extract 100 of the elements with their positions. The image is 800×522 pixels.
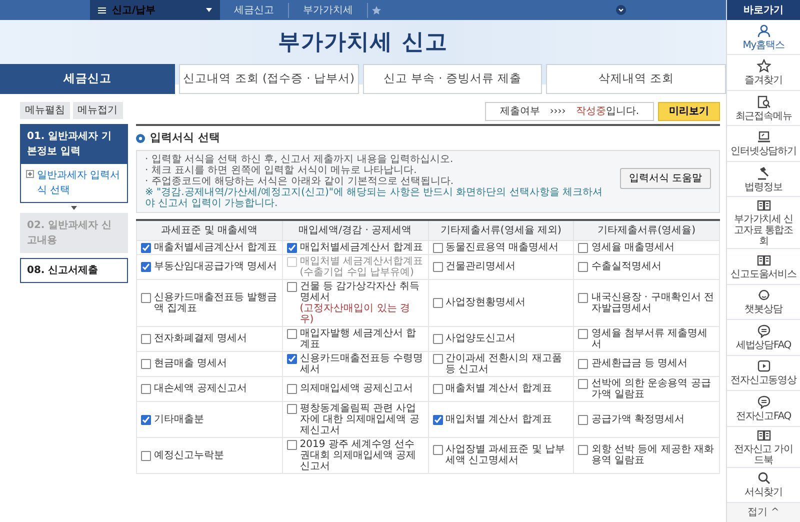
checkbox[interactable] xyxy=(578,414,588,424)
checkbox[interactable] xyxy=(286,354,297,364)
status-label: 제출여부 xyxy=(500,105,540,119)
status-text: 작성중입니다. xyxy=(576,105,639,119)
column-header: 매입세액/경감 · 공제세액 xyxy=(282,220,428,240)
checkbox-label: 공급가액 확정명세서 xyxy=(591,414,684,424)
checkbox-label: 신용카드매출전표등 수령명세서 xyxy=(300,352,424,374)
checkbox-label: 신용카드매출전표등 발행금액 집계표 xyxy=(154,292,278,314)
menu-button[interactable]: 메뉴펼침 xyxy=(20,102,70,119)
checkbox-label: 매출처별 계산서 합계표 xyxy=(446,383,552,394)
checkbox[interactable] xyxy=(578,378,588,388)
checkbox[interactable] xyxy=(141,292,151,302)
tab[interactable]: 삭제내역 조회 xyxy=(546,64,726,94)
checkbox[interactable] xyxy=(578,242,588,252)
star-icon xyxy=(756,59,770,74)
checkbox-label: 대손세액 공제신고서 xyxy=(154,383,248,394)
document-search-icon xyxy=(756,94,770,109)
checkbox[interactable] xyxy=(141,242,151,252)
breadcrumb-link[interactable]: 부가가치세 xyxy=(289,2,368,18)
checkbox-label: 사업양도신고서 xyxy=(446,333,516,344)
star-icon xyxy=(372,6,381,14)
checkbox-label: 외항 선박 등에 제공한 재화용역 일람표 xyxy=(591,444,715,466)
checkbox-label: 현금매출 명세서 xyxy=(154,358,228,369)
chevron-down-icon xyxy=(616,5,626,15)
checkbox[interactable] xyxy=(578,292,588,302)
column-header: 과세표준 및 매출세액 xyxy=(136,220,282,240)
breadcrumb-link[interactable]: 세금신고 xyxy=(220,2,289,18)
chatbot-icon xyxy=(756,288,770,302)
checkbox[interactable] xyxy=(432,298,442,308)
search-icon xyxy=(756,471,770,486)
checkbox[interactable] xyxy=(286,242,297,252)
tab[interactable]: 신고내역 조회 (접수증 · 납부서) xyxy=(179,64,359,94)
checkbox-label: 매입처별 계산서 합계표 xyxy=(446,414,552,424)
checkbox-label: 영세율 매출명세서 xyxy=(591,242,674,252)
menu-button[interactable]: 메뉴접기 xyxy=(72,102,122,119)
checkbox-label: 평창동계올림픽 관련 사업자에 대한 의제매입세액 공제신고서 xyxy=(300,402,420,436)
checkbox-label: 동물진료용역 매출명세서 xyxy=(446,242,559,252)
checkbox[interactable] xyxy=(141,450,151,460)
page-title: 부가가치세 신고 xyxy=(278,28,448,56)
checkbox-label: 수출실적명세서 xyxy=(591,261,662,272)
speech-bubble-icon xyxy=(756,324,770,338)
checkbox-label: 사업장현황명세서 xyxy=(446,297,526,308)
checkbox[interactable] xyxy=(578,359,588,369)
checkbox-label: 간이과세 전환시의 재고품등 신고서 xyxy=(446,352,563,374)
checkbox-label: 기타매출분 xyxy=(154,414,204,424)
person-icon xyxy=(756,24,770,38)
menu-icon xyxy=(98,6,106,14)
checkbox[interactable] xyxy=(286,282,297,292)
info-text: · 입력할 서식을 선택 하신 후, 신고서 제출까지 내용을 입력하십시오. xyxy=(145,154,454,164)
checkbox[interactable] xyxy=(432,384,442,394)
checkbox-label: 부동산임대공급가액 명세서 xyxy=(154,261,278,272)
checkbox-label: 매입처별세금계산서 합계표 xyxy=(300,242,423,252)
section-title: 입력서식 선택 xyxy=(150,130,220,146)
checkbox-label: 매입처별 세금계산서합계표 (수출기업 수입 납부유예) xyxy=(300,256,424,278)
checkbox[interactable] xyxy=(432,242,442,252)
checkbox-label: 2019 광주 세계수영 선수권대회 의제매입세액 공제신고서 xyxy=(300,438,418,472)
checkbox-label: 의제매입세액 공제신고서 xyxy=(300,383,413,394)
step-item[interactable]: 08. 신고서제출 xyxy=(20,258,128,283)
collapse-button[interactable]: 접기 ^ xyxy=(727,502,800,522)
quick-menu-item[interactable]: 부가가치세 신고자료 통합조회 xyxy=(727,197,800,250)
checkbox-label: 매입자발행 세금계산서 합계표 xyxy=(300,328,418,350)
checkbox[interactable] xyxy=(141,384,151,394)
bullet-icon xyxy=(136,134,145,143)
checkbox-label: 관세환급금 등 명세서 xyxy=(591,358,688,369)
notice-text: ※ "경감.공제내역/가산세/예정고지(신고)"에 해당되는 사항은 반드시 화면하단의 선택사항을 체크하셔야 신고서 입력이 가능합니다. xyxy=(145,186,604,208)
checkbox[interactable] xyxy=(286,404,297,414)
checkbox[interactable] xyxy=(286,384,297,394)
step-item[interactable]: 01. 일반과세자 기본정보 입력 xyxy=(20,124,128,164)
gavel-icon xyxy=(756,166,770,180)
checkbox-label: 내국신용장 · 구매확인서 전자발급명세서 xyxy=(591,292,715,314)
checkbox[interactable] xyxy=(141,359,151,369)
checkbox[interactable] xyxy=(432,334,442,344)
column-header: 기타제출서류(영세율) xyxy=(574,220,720,240)
help-button[interactable]: 입력서식 도움말 xyxy=(620,168,711,188)
checkbox[interactable] xyxy=(432,445,442,455)
checkbox[interactable] xyxy=(286,328,297,338)
book-icon xyxy=(756,198,770,212)
preview-button[interactable]: 미리보기 xyxy=(658,102,720,121)
laptop-icon xyxy=(756,130,770,144)
checkbox[interactable] xyxy=(141,414,151,424)
checkbox-label: 선박에 의한 운송용역 공급가액 일람표 xyxy=(591,378,712,400)
info-text: · 주업종코드에 해당하는 서식은 아래와 같이 기본적으로 선택됩니다. xyxy=(145,176,455,186)
checkbox-label: 건물관리명세서 xyxy=(446,261,516,272)
checkbox[interactable] xyxy=(578,328,588,338)
quick-menu-title: 바로가기 xyxy=(727,0,800,20)
plus-box-icon xyxy=(26,170,34,178)
checkbox[interactable] xyxy=(578,445,588,455)
tab[interactable]: 신고 부속 · 증빙서류 제출 xyxy=(362,64,542,94)
checkbox[interactable] xyxy=(432,262,442,272)
checkbox[interactable] xyxy=(141,334,151,344)
info-text: · 체크 표시를 하면 왼쪽에 입력할 서식이 메뉴로 나타납니다. xyxy=(145,164,418,176)
checkbox[interactable] xyxy=(432,414,442,424)
checkbox[interactable] xyxy=(286,440,297,450)
checkbox-label: 사업장별 과세표준 및 납부세액 신고명세서 xyxy=(446,444,566,466)
tab[interactable]: 세금신고 xyxy=(0,64,175,94)
caret-icon xyxy=(206,8,212,12)
checkbox-label: 전자화폐결제 명세서 xyxy=(154,333,248,344)
checkbox[interactable] xyxy=(141,262,151,272)
checkbox[interactable] xyxy=(578,262,588,272)
checkbox[interactable] xyxy=(432,354,442,364)
